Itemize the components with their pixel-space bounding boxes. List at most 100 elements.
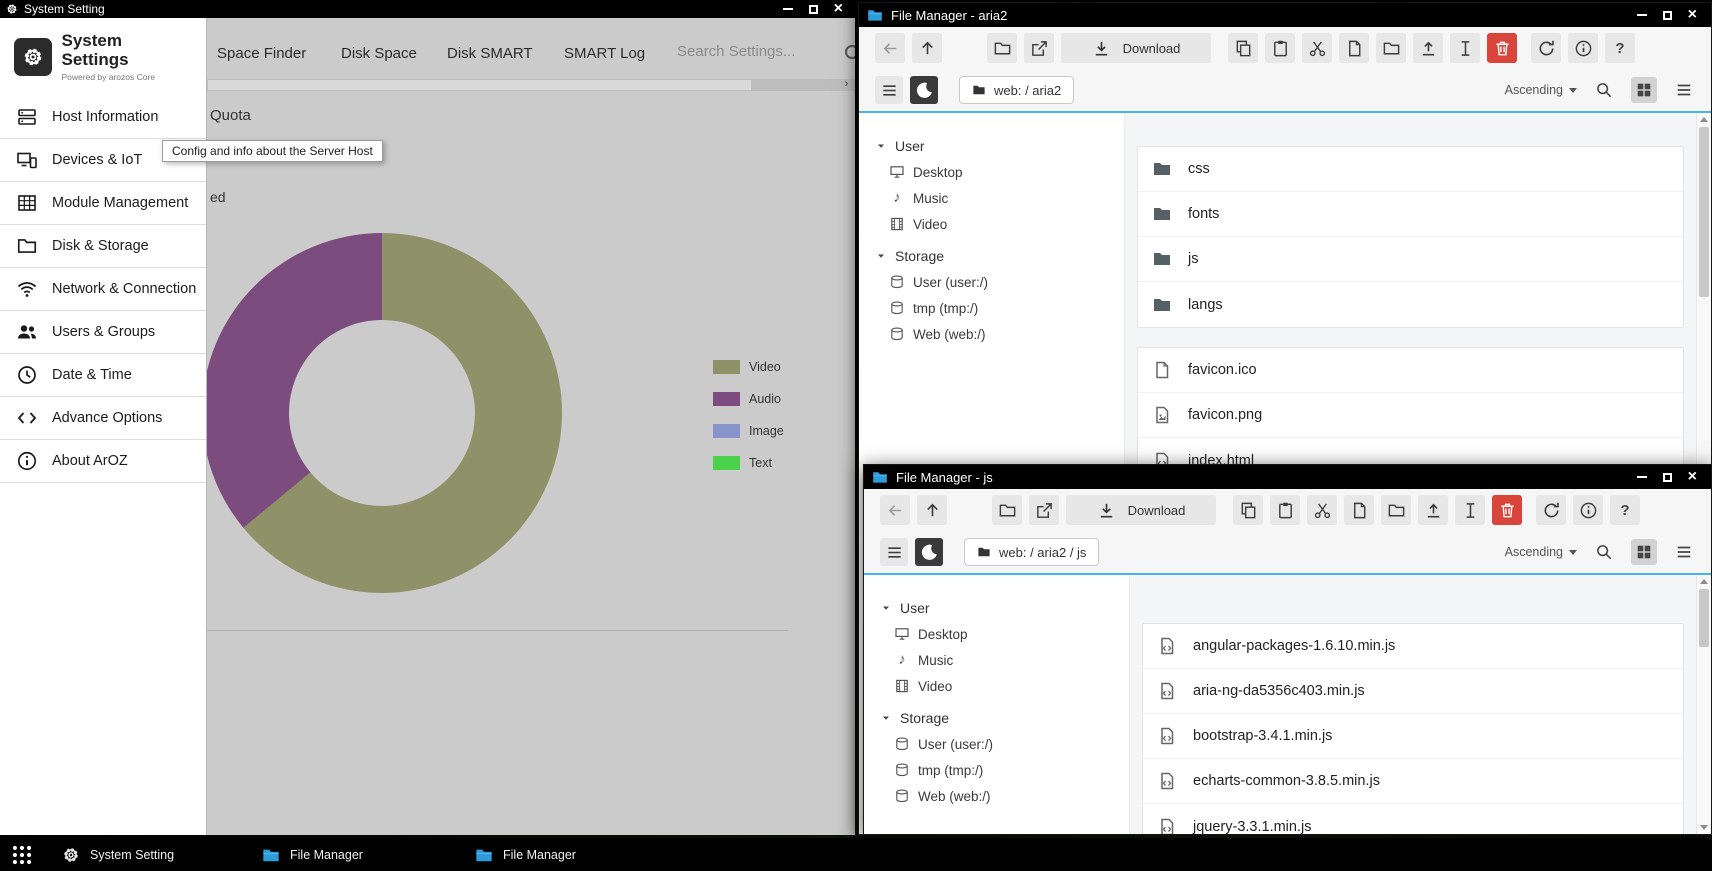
sidebar-item-module-management[interactable]: Module Management (0, 182, 206, 225)
minimize-button[interactable] (1637, 14, 1647, 16)
refresh-button[interactable] (1531, 33, 1561, 63)
tree-item-music[interactable]: ♪Music (859, 185, 1124, 211)
file-row-favicon-ico[interactable]: favicon.ico (1138, 348, 1683, 393)
copy-button[interactable] (1233, 495, 1263, 525)
delete-button[interactable] (1487, 33, 1517, 63)
search-icon[interactable] (845, 45, 855, 59)
folder-row-js[interactable]: js (1138, 237, 1683, 282)
help-button[interactable]: ? (1605, 33, 1635, 63)
settings-search-input[interactable] (677, 43, 842, 60)
folder-row-langs[interactable]: langs (1138, 282, 1683, 327)
scrollbar-thumb[interactable] (208, 80, 751, 90)
sidebar-item-about-aroz[interactable]: About ArOZ (0, 440, 206, 483)
tree-section-user[interactable]: User (864, 595, 1129, 621)
tree-item-user-drive[interactable]: User (user:/) (859, 269, 1124, 295)
up-button[interactable] (917, 495, 947, 525)
delete-button[interactable] (1492, 495, 1522, 525)
tree-section-user[interactable]: User (859, 133, 1124, 159)
list-view-button[interactable] (1671, 539, 1697, 565)
file-row-bootstrap[interactable]: bootstrap-3.4.1.min.js (1143, 714, 1683, 759)
sidebar-item-host-information[interactable]: Host Information (0, 96, 206, 139)
tab-disk-space[interactable]: Disk Space (341, 44, 417, 64)
sidebar-item-users-groups[interactable]: Users & Groups (0, 311, 206, 354)
close-button[interactable]: × (1688, 469, 1697, 485)
open-in-new-window-button[interactable] (1024, 33, 1054, 63)
sidebar-item-network-connection[interactable]: Network & Connection (0, 268, 206, 311)
back-button[interactable] (880, 495, 910, 525)
paste-button[interactable] (1265, 33, 1295, 63)
scroll-up-arrow[interactable] (1700, 117, 1708, 122)
vertical-scrollbar[interactable] (1696, 575, 1711, 834)
file-row-angular[interactable]: angular-packages-1.6.10.min.js (1143, 624, 1683, 669)
maximize-button[interactable] (1663, 11, 1672, 20)
minimize-button[interactable] (1637, 476, 1647, 478)
breadcrumb[interactable]: web: / aria2 (959, 76, 1074, 104)
download-button[interactable]: Download (1066, 495, 1216, 525)
rename-button[interactable] (1455, 495, 1485, 525)
download-button[interactable]: Download (1061, 33, 1211, 63)
horizontal-scrollbar[interactable] (207, 79, 838, 91)
scroll-down-arrow[interactable] (1700, 825, 1708, 830)
grid-view-button[interactable] (1631, 77, 1657, 103)
tree-item-video[interactable]: Video (859, 211, 1124, 237)
new-file-button[interactable] (1344, 495, 1374, 525)
tree-item-desktop[interactable]: Desktop (859, 159, 1124, 185)
cut-button[interactable] (1302, 33, 1332, 63)
theme-toggle-button[interactable] (915, 538, 943, 566)
tree-item-tmp-drive[interactable]: tmp (tmp:/) (864, 757, 1129, 783)
folder-row-css[interactable]: css (1138, 147, 1683, 192)
taskbar-item-file-manager-2[interactable]: File Manager (475, 838, 576, 871)
folder-row-fonts[interactable]: fonts (1138, 192, 1683, 237)
open-folder-button[interactable] (992, 495, 1022, 525)
new-folder-button[interactable] (1381, 495, 1411, 525)
tree-item-user-drive[interactable]: User (user:/) (864, 731, 1129, 757)
close-button[interactable]: × (834, 1, 843, 17)
search-button[interactable] (1591, 539, 1617, 565)
breadcrumb[interactable]: web: / aria2 / js (964, 538, 1099, 566)
scroll-right-button[interactable]: › (838, 79, 855, 91)
tab-space-finder[interactable]: Space Finder (217, 44, 306, 64)
file-row-aria-ng[interactable]: aria-ng-da5356c403.min.js (1143, 669, 1683, 714)
scrollbar-thumb[interactable] (1699, 589, 1709, 647)
file-row-favicon-png[interactable]: favicon.png (1138, 393, 1683, 438)
taskbar-item-system-setting[interactable]: System Setting (62, 838, 174, 871)
maximize-button[interactable] (809, 5, 818, 14)
menu-button[interactable] (875, 76, 903, 104)
tab-smart-log[interactable]: SMART Log (564, 44, 645, 64)
window-titlebar[interactable]: File Manager - js × (864, 465, 1711, 489)
copy-button[interactable] (1228, 33, 1258, 63)
sidebar-item-advance-options[interactable]: Advance Options (0, 397, 206, 440)
sidebar-item-date-time[interactable]: Date & Time (0, 354, 206, 397)
new-file-button[interactable] (1339, 33, 1369, 63)
tree-section-storage[interactable]: Storage (859, 243, 1124, 269)
back-button[interactable] (875, 33, 905, 63)
help-button[interactable]: ? (1610, 495, 1640, 525)
properties-button[interactable] (1573, 495, 1603, 525)
tree-section-storage[interactable]: Storage (864, 705, 1129, 731)
tree-item-web-drive[interactable]: Web (web:/) (859, 321, 1124, 347)
list-view-button[interactable] (1671, 77, 1697, 103)
paste-button[interactable] (1270, 495, 1300, 525)
sidebar-item-disk-storage[interactable]: Disk & Storage (0, 225, 206, 268)
new-folder-button[interactable] (1376, 33, 1406, 63)
rename-button[interactable] (1450, 33, 1480, 63)
theme-toggle-button[interactable] (910, 76, 938, 104)
scroll-up-arrow[interactable] (1700, 579, 1708, 584)
window-titlebar[interactable]: System Setting × (0, 0, 855, 18)
tree-item-web-drive[interactable]: Web (web:/) (864, 783, 1129, 809)
open-in-new-window-button[interactable] (1029, 495, 1059, 525)
grid-view-button[interactable] (1631, 539, 1657, 565)
search-button[interactable] (1591, 77, 1617, 103)
tree-item-tmp-drive[interactable]: tmp (tmp:/) (859, 295, 1124, 321)
tree-item-desktop[interactable]: Desktop (864, 621, 1129, 647)
tree-item-video[interactable]: Video (864, 673, 1129, 699)
menu-button[interactable] (880, 538, 908, 566)
up-button[interactable] (912, 33, 942, 63)
refresh-button[interactable] (1536, 495, 1566, 525)
file-row-jquery[interactable]: jquery-3.3.1.min.js (1143, 804, 1683, 834)
file-row-echarts[interactable]: echarts-common-3.8.5.min.js (1143, 759, 1683, 804)
close-button[interactable]: × (1688, 7, 1697, 23)
upload-button[interactable] (1418, 495, 1448, 525)
maximize-button[interactable] (1663, 473, 1672, 482)
tree-item-music[interactable]: ♪Music (864, 647, 1129, 673)
